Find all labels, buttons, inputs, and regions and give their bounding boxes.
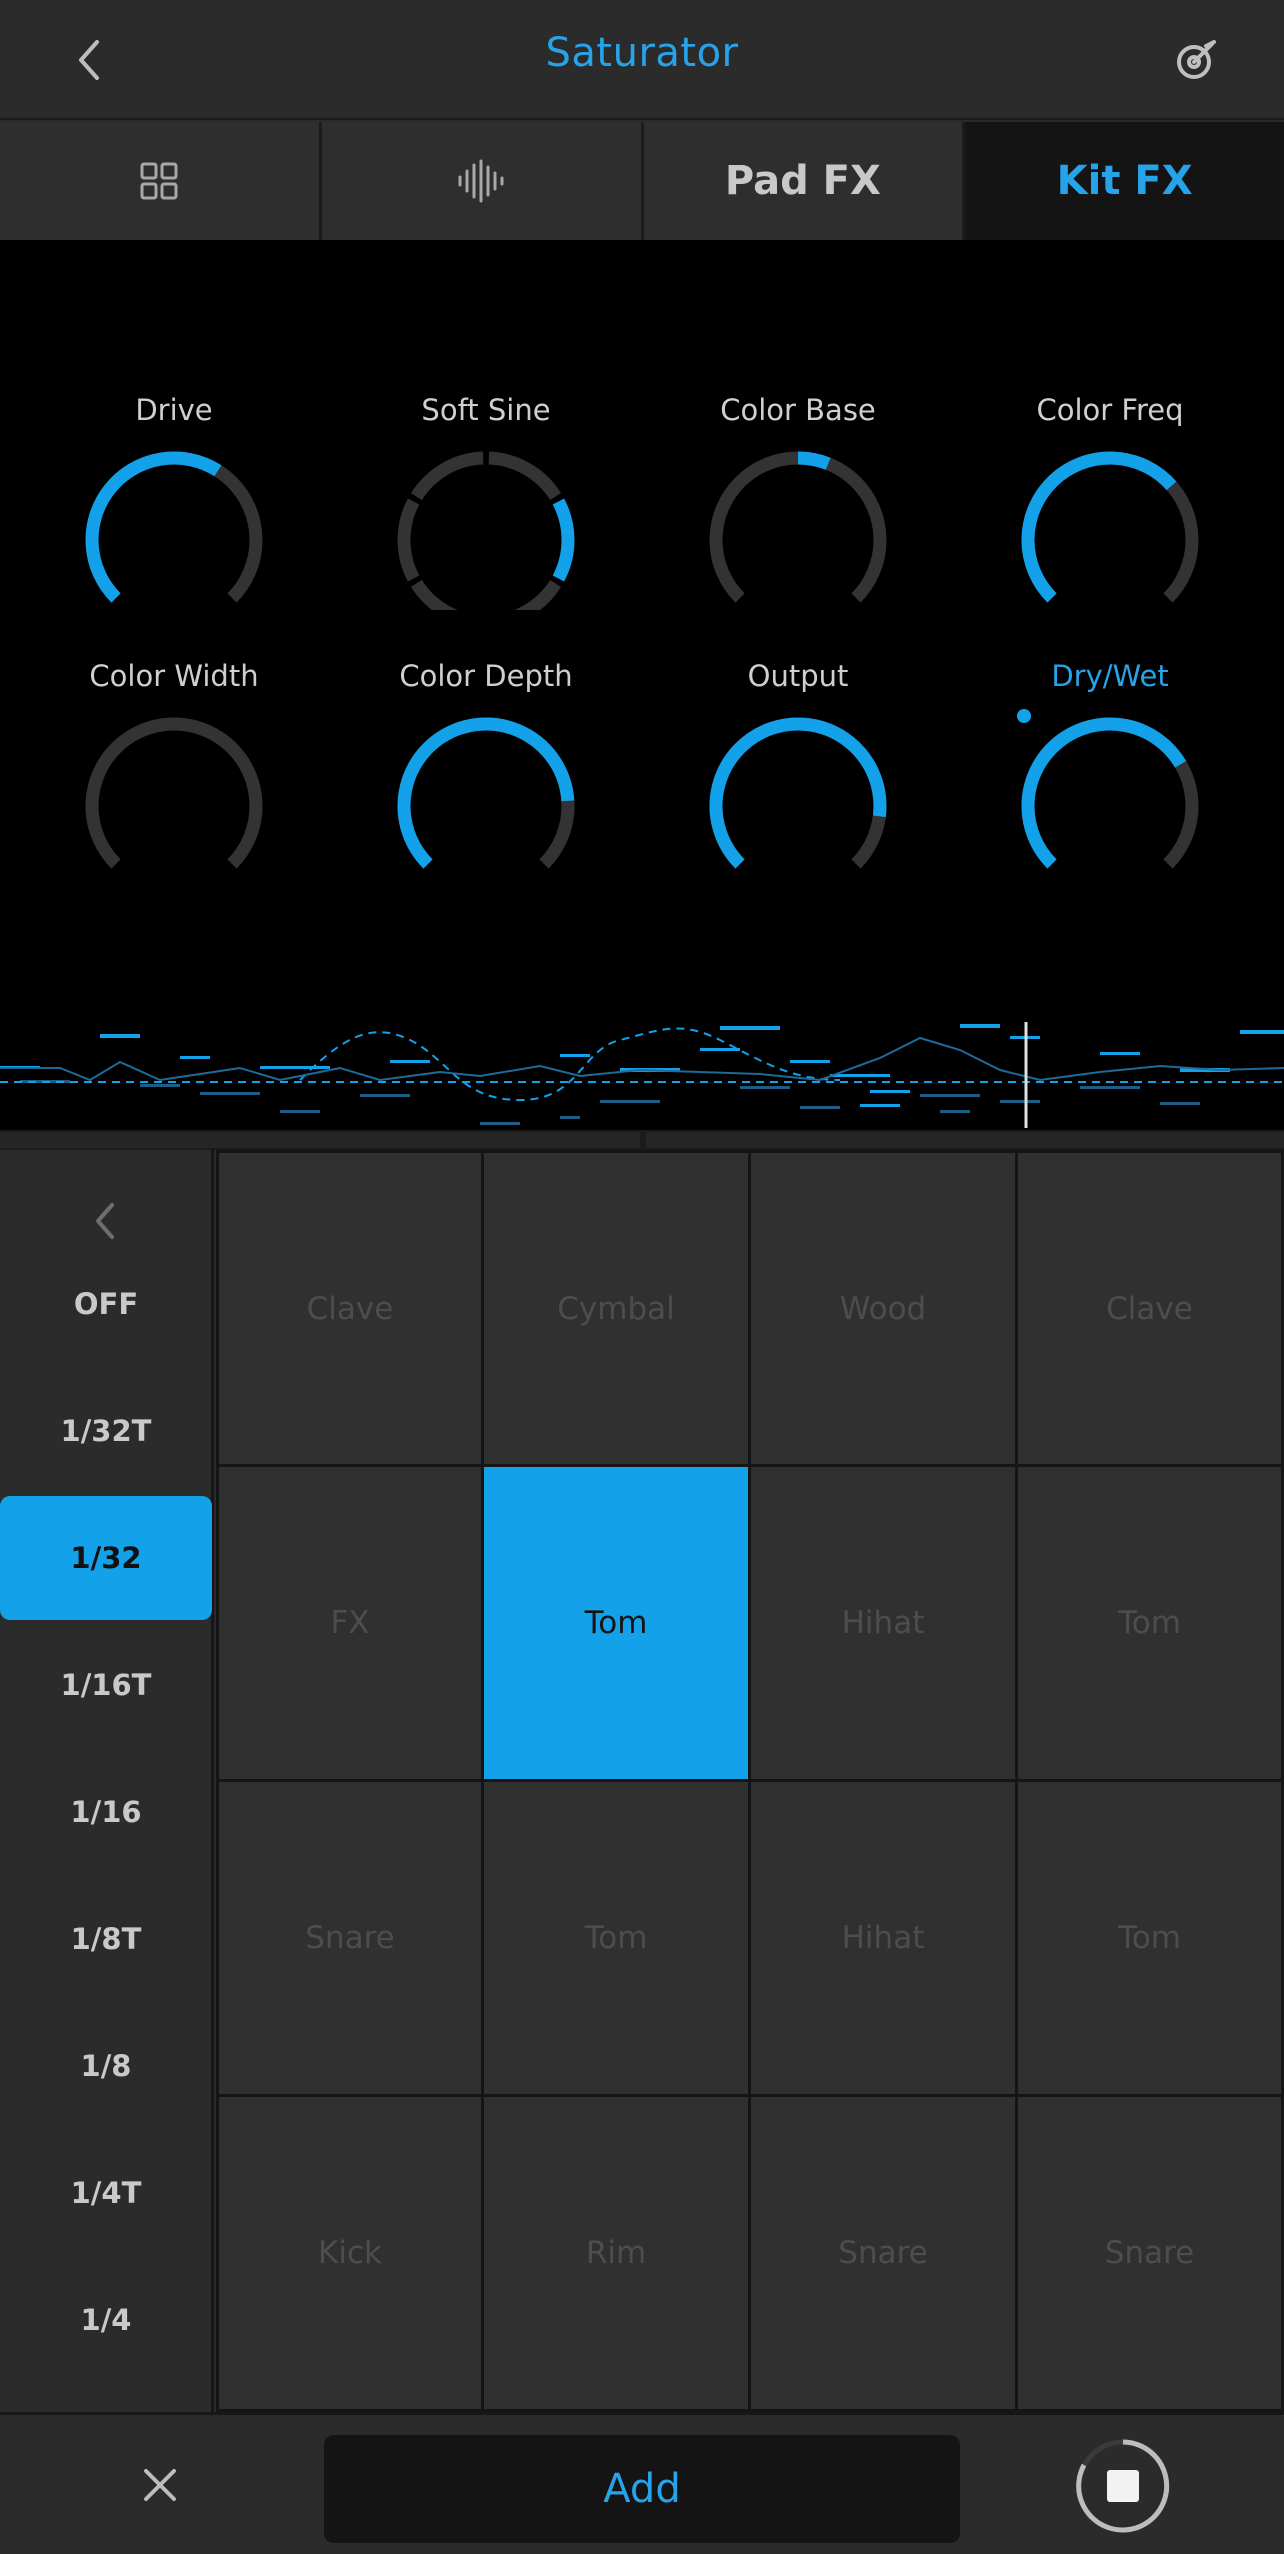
chevron-left-icon <box>96 1203 114 1239</box>
drum-pad[interactable]: Tom <box>1018 1467 1281 1779</box>
drum-pad[interactable]: Rim <box>484 2097 748 2409</box>
knob-segment <box>397 498 420 582</box>
bottom-bar: Add <box>0 2412 1284 2554</box>
drum-pad[interactable]: Kick <box>219 2097 481 2409</box>
knob-value-arc <box>1021 717 1187 869</box>
stop-icon <box>1076 2439 1170 2533</box>
drum-pad[interactable]: FX <box>219 1467 481 1779</box>
knob-segment <box>410 579 458 610</box>
rate-item[interactable]: 1/8T <box>0 1877 212 2001</box>
knob-dial[interactable] <box>698 440 898 610</box>
knob-segment <box>514 579 562 610</box>
drum-pad[interactable]: Snare <box>751 2097 1015 2409</box>
knob-dry-wet[interactable]: Dry/Wet <box>954 656 1266 916</box>
note-bars-dim <box>20 1080 1200 1125</box>
knob-label: Soft Sine <box>421 393 551 427</box>
tuner-button[interactable] <box>1156 24 1236 96</box>
tab-kit-fx[interactable]: Kit FX <box>965 122 1284 240</box>
knob-label: Color Freq <box>1036 393 1184 427</box>
knob-label: Dry/Wet <box>1051 659 1169 693</box>
knob-dial[interactable] <box>386 440 586 610</box>
knob-value-arc <box>1021 451 1177 603</box>
knob-track <box>85 717 263 869</box>
rate-item[interactable]: 1/32T <box>0 1369 212 1493</box>
knob-color-base[interactable]: Color Base <box>642 390 954 650</box>
drum-pad[interactable]: Tom <box>484 1782 748 2094</box>
knob-soft-sine[interactable]: Soft Sine <box>330 390 642 650</box>
knob-color-freq[interactable]: Color Freq <box>954 390 1266 650</box>
tuner-icon <box>1177 40 1216 79</box>
rate-item[interactable]: OFF <box>0 1242 212 1366</box>
drum-pad[interactable]: Hihat <box>751 1467 1015 1779</box>
knob-drive[interactable]: Drive <box>18 390 330 650</box>
knob-track <box>709 451 887 603</box>
stop-button[interactable] <box>1074 2437 1172 2535</box>
knob-segment <box>410 451 484 501</box>
rate-item[interactable]: 1/4 <box>0 2258 212 2382</box>
drum-pad[interactable]: Tom <box>484 1467 748 1779</box>
knob-dial[interactable] <box>1010 706 1210 876</box>
knob-label: Color Width <box>89 659 259 693</box>
knob-label: Output <box>747 659 849 693</box>
knob-dial[interactable] <box>1010 440 1210 610</box>
drum-pad[interactable]: Tom <box>1018 1782 1281 2094</box>
knob-color-width[interactable]: Color Width <box>18 656 330 916</box>
knob-output[interactable]: Output <box>642 656 954 916</box>
effect-parameters-panel: Drive Soft Sine Color Base Color Freq Co… <box>0 240 1284 1130</box>
knob-dial[interactable] <box>698 706 898 876</box>
knob-value-arc <box>397 717 575 869</box>
divider-segment <box>0 1132 640 1148</box>
modulation-dot <box>1017 709 1031 723</box>
rate-item[interactable]: 1/8 <box>0 2004 212 2128</box>
tab-waveform[interactable] <box>321 122 641 240</box>
close-button[interactable] <box>120 2445 200 2525</box>
rate-item[interactable]: 1/16T <box>0 1623 212 1747</box>
curve-dashed <box>299 1027 841 1102</box>
knob-segment <box>552 498 575 582</box>
rate-item[interactable]: 1/32 <box>0 1496 212 1620</box>
knob-dial[interactable] <box>74 706 274 876</box>
drum-pad[interactable]: Wood <box>751 1153 1015 1464</box>
rate-item[interactable]: 1/4T <box>0 2131 212 2255</box>
drum-pad[interactable]: Clave <box>219 1153 481 1464</box>
grid-icon <box>140 162 178 200</box>
page-title: Saturator <box>545 30 739 76</box>
header-bar: Saturator <box>0 0 1284 120</box>
note-repeat-rate-list: OFF 1/32T 1/32 1/16T 1/16 1/8T 1/8 1/4T 1/4 <box>0 1150 214 2412</box>
tab-pads-grid[interactable] <box>0 122 319 240</box>
drum-pad-grid: Clave Cymbal Wood Clave FX Tom Hihat Tom Snare To… <box>216 1150 1284 2412</box>
knob-label: Color Depth <box>399 659 573 693</box>
drum-pad[interactable]: Snare <box>219 1782 481 2094</box>
knob-value-arc <box>709 717 887 869</box>
knob-segment <box>488 451 562 501</box>
tab-bar: Pad FX Kit FX <box>0 122 1284 240</box>
drum-pad[interactable]: Clave <box>1018 1153 1281 1464</box>
note-bars <box>0 1024 1284 1107</box>
drum-pad[interactable]: Cymbal <box>484 1153 748 1464</box>
knob-value-arc <box>797 451 831 470</box>
divider-segment <box>646 1132 1284 1148</box>
knob-label: Color Base <box>720 393 876 427</box>
app-root: Saturator Pad FX Kit FX Drive Soft Sine … <box>0 0 1284 2554</box>
knob-value-arc <box>85 451 222 603</box>
knob-dial[interactable] <box>74 440 274 610</box>
knob-color-depth[interactable]: Color Depth <box>330 656 642 916</box>
sequence-overview[interactable] <box>0 1010 1284 1130</box>
close-icon <box>144 2469 176 2501</box>
waveform-icon <box>458 159 504 203</box>
rate-item[interactable]: 1/16 <box>0 1750 212 1874</box>
knob-label: Drive <box>135 393 213 427</box>
knob-dial[interactable] <box>386 706 586 876</box>
section-divider <box>0 1130 1284 1150</box>
add-button[interactable]: Add <box>324 2435 960 2543</box>
drum-pad[interactable]: Hihat <box>751 1782 1015 2094</box>
tab-pad-fx[interactable]: Pad FX <box>643 122 963 240</box>
drum-pad[interactable]: Snare <box>1018 2097 1281 2409</box>
